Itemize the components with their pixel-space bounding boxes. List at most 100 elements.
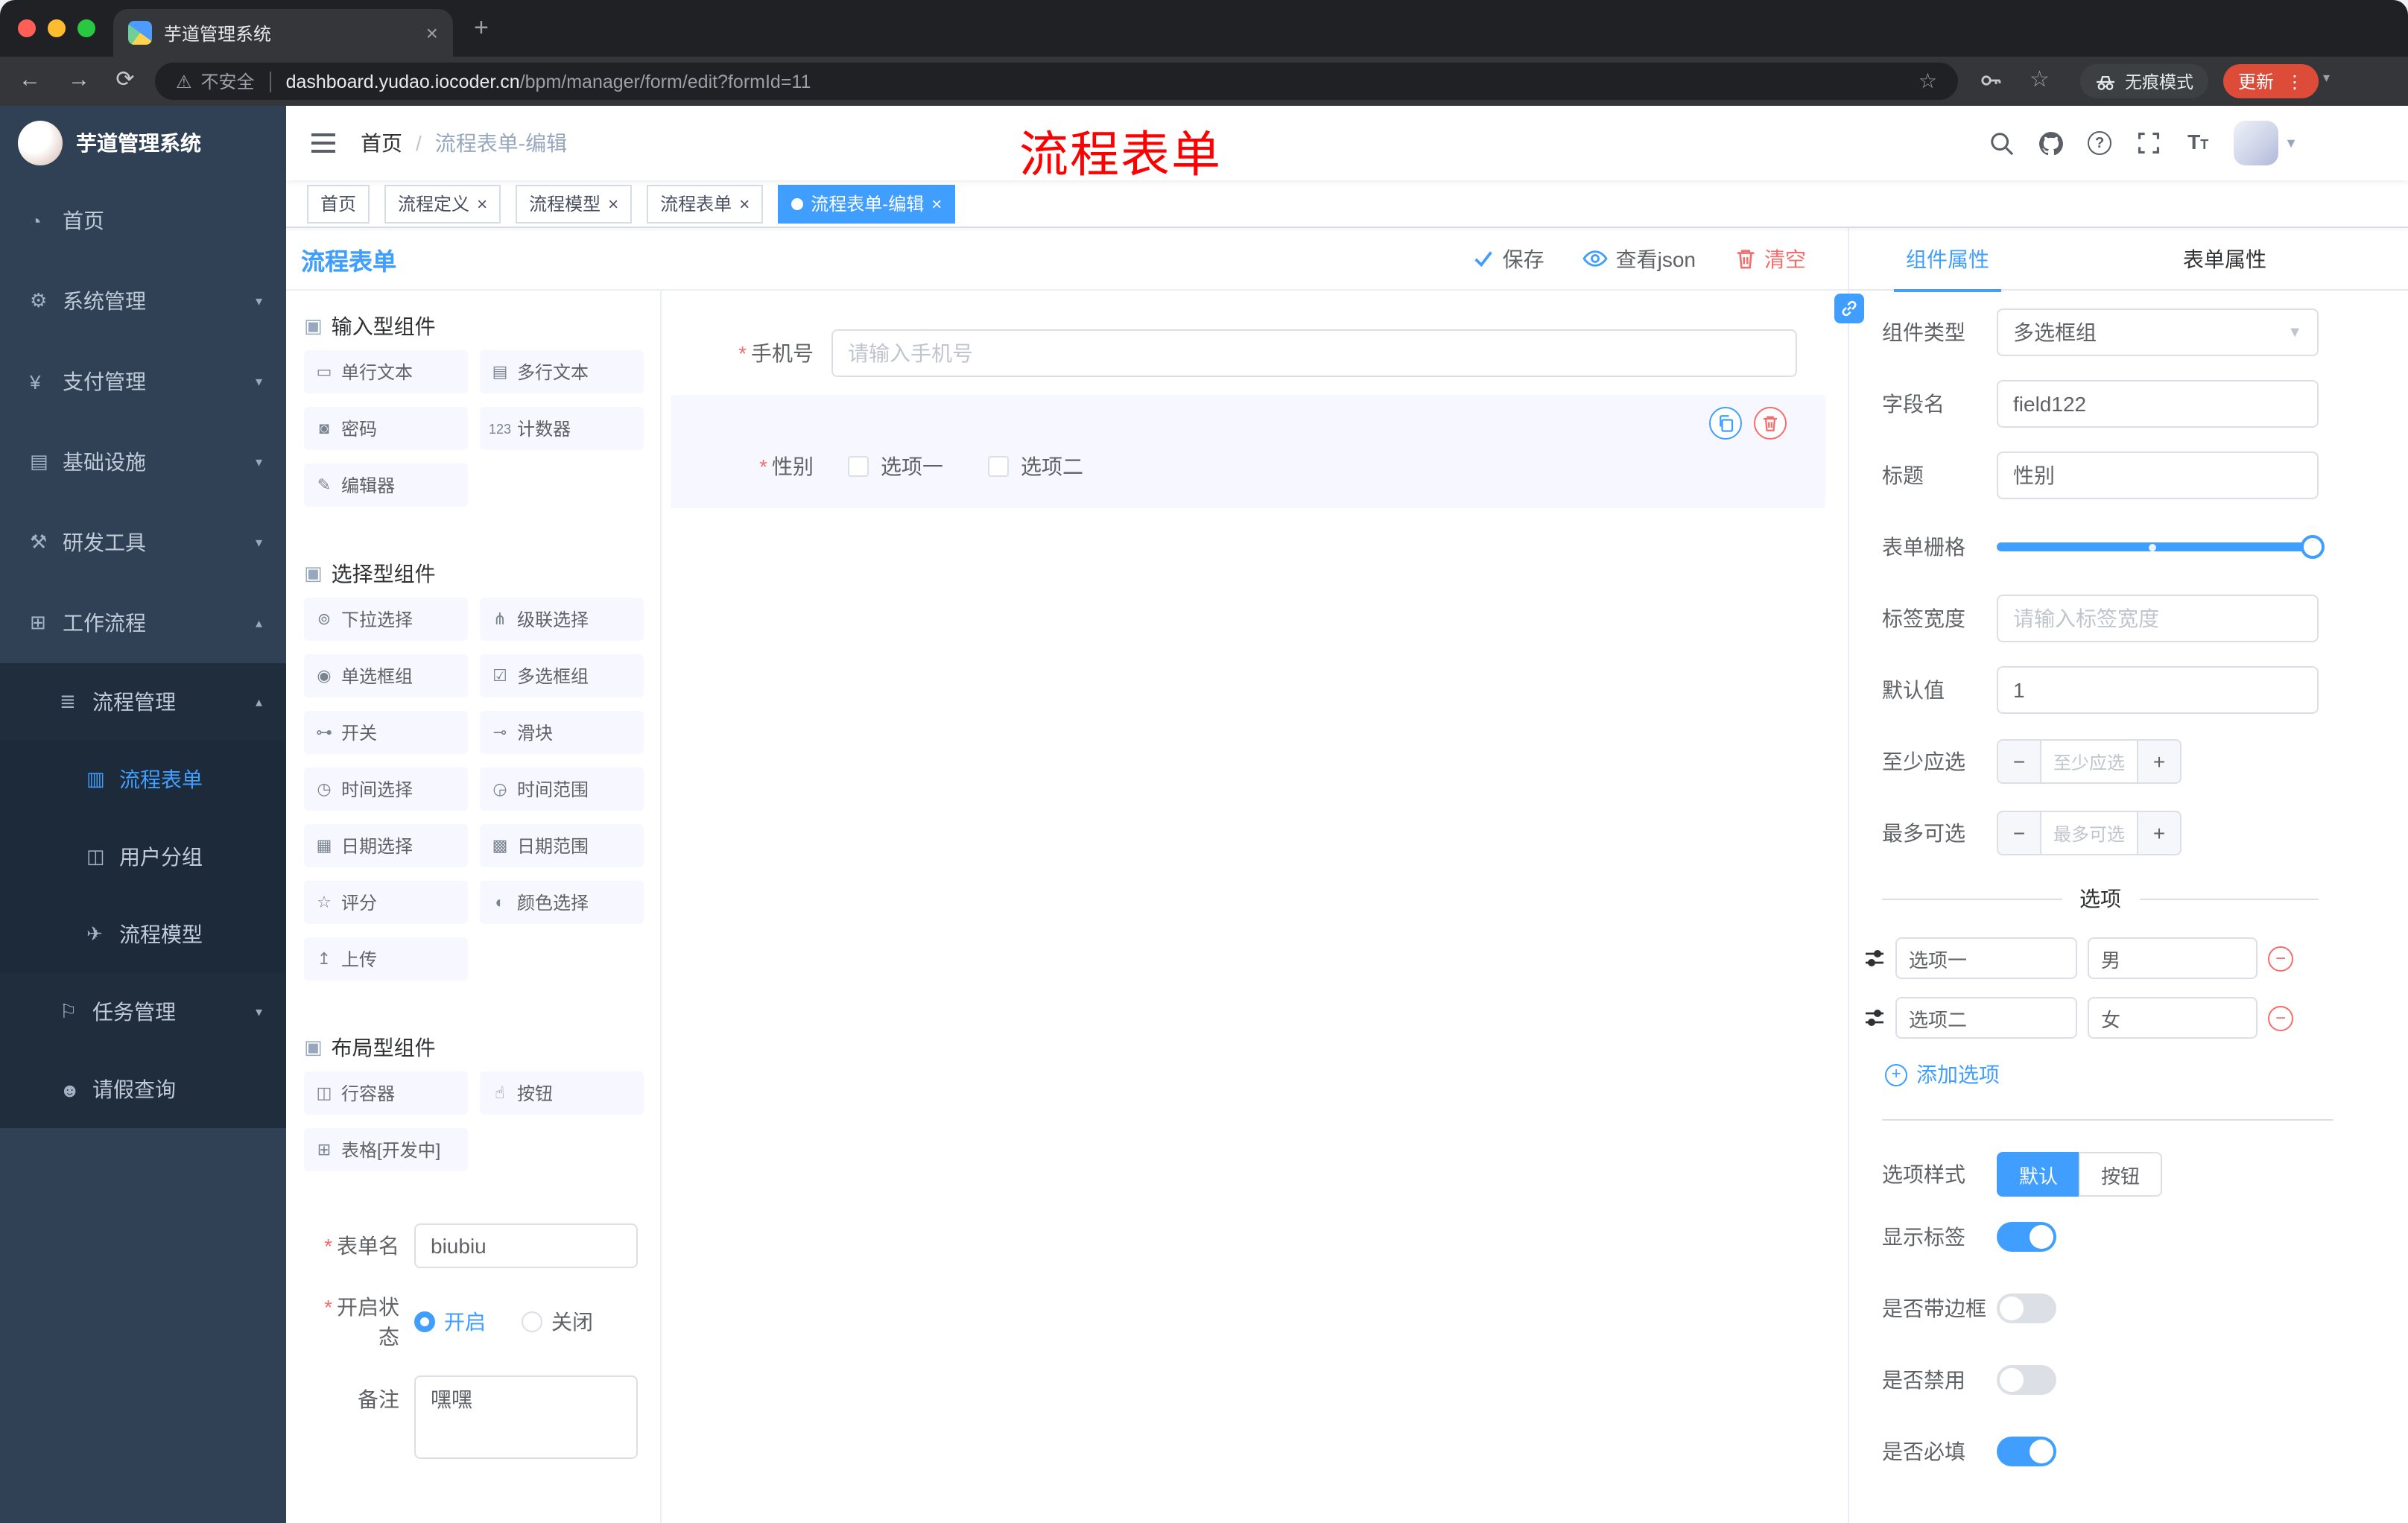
sidebar-item-process-management[interactable]: ≣ 流程管理 ▴ — [0, 663, 286, 741]
status-radio-closed[interactable]: 关闭 — [522, 1307, 593, 1337]
palette-item-upload[interactable]: ↥ 上传 — [304, 937, 468, 981]
window-close-button[interactable] — [18, 19, 36, 37]
option-style-default-button[interactable]: 默认 — [1997, 1152, 2079, 1197]
window-minimize-button[interactable] — [48, 19, 66, 37]
tag-close-icon[interactable]: × — [477, 193, 487, 214]
tag-process-form-edit[interactable]: 流程表单-编辑 × — [778, 184, 956, 223]
option-style-button-button[interactable]: 按钮 — [2079, 1152, 2163, 1197]
sidebar-item-user-group[interactable]: ◫ 用户分组 — [0, 818, 286, 896]
option-drag-handle-icon[interactable] — [1864, 1007, 1885, 1028]
palette-item-table[interactable]: ⊞ 表格[开发中] — [304, 1128, 468, 1171]
palette-item-editor[interactable]: ✎ 编辑器 — [304, 463, 468, 507]
tag-process-definition[interactable]: 流程定义 × — [384, 184, 501, 223]
palette-item-select[interactable]: ⊚ 下拉选择 — [304, 598, 468, 641]
gender-checkbox-option-1[interactable]: 选项一 — [848, 452, 943, 481]
view-json-button[interactable]: 查看json — [1582, 244, 1696, 273]
palette-item-radio-group[interactable]: ◉ 单选框组 — [304, 654, 468, 697]
required-switch[interactable] — [1997, 1437, 2056, 1466]
palette-item-multi-line-text[interactable]: ▤ 多行文本 — [480, 350, 644, 393]
new-tab-button[interactable]: + — [474, 13, 489, 43]
palette-item-color-picker[interactable]: ◐ 颜色选择 — [480, 881, 644, 924]
security-warning-icon[interactable]: ⚠ — [176, 71, 192, 92]
palette-item-date-range[interactable]: ▩ 日期范围 — [480, 824, 644, 867]
palette-item-button[interactable]: ☝ 按钮 — [480, 1071, 644, 1115]
browser-update-button[interactable]: 更新 ⋮ — [2223, 64, 2319, 98]
tag-close-icon[interactable]: × — [931, 193, 942, 214]
max-select-placeholder[interactable]: 最多可选 — [2041, 812, 2137, 854]
copy-component-button[interactable] — [1709, 407, 1742, 440]
sidebar-item-task-management[interactable]: ⚐ 任务管理 ▾ — [0, 973, 286, 1051]
github-icon[interactable] — [2037, 130, 2064, 156]
max-select-increase-button[interactable]: + — [2137, 812, 2180, 854]
option-value-input[interactable] — [2088, 937, 2258, 979]
palette-item-counter[interactable]: 123 计数器 — [480, 407, 644, 450]
component-type-select[interactable]: 多选框组 ▼ — [1997, 308, 2319, 356]
browser-tab[interactable]: 芋道管理系统 × — [113, 9, 453, 57]
phone-field[interactable]: * 手机号 — [662, 329, 1848, 377]
label-width-input[interactable] — [1997, 595, 2319, 642]
link-button[interactable] — [1834, 294, 1864, 323]
bordered-switch[interactable] — [1997, 1294, 2056, 1323]
option-drag-handle-icon[interactable] — [1864, 948, 1885, 969]
min-select-decrease-button[interactable]: − — [1998, 741, 2041, 782]
forward-button[interactable]: → — [64, 66, 94, 95]
search-icon[interactable] — [1988, 130, 2015, 156]
remark-textarea[interactable] — [414, 1375, 638, 1459]
extension-star-icon[interactable]: ☆ — [2030, 66, 2050, 92]
tag-process-form[interactable]: 流程表单 × — [647, 184, 764, 223]
min-select-increase-button[interactable]: + — [2137, 741, 2180, 782]
title-input[interactable] — [1997, 452, 2319, 499]
palette-item-cascader[interactable]: ⋔ 级联选择 — [480, 598, 644, 641]
option-value-input[interactable] — [2088, 997, 2258, 1039]
tag-close-icon[interactable]: × — [739, 193, 750, 214]
clear-button[interactable]: 清空 — [1734, 244, 1806, 273]
palette-item-slider[interactable]: ⊸ 滑块 — [480, 711, 644, 754]
tab-close-icon[interactable]: × — [426, 21, 438, 45]
tab-form-props[interactable]: 表单属性 — [2156, 228, 2293, 291]
palette-item-switch[interactable]: ⊶ 开关 — [304, 711, 468, 754]
palette-item-checkbox-group[interactable]: ☑ 多选框组 — [480, 654, 644, 697]
breadcrumb-home[interactable]: 首页 — [361, 128, 402, 158]
max-select-decrease-button[interactable]: − — [1998, 812, 2041, 854]
hamburger-icon[interactable] — [310, 131, 337, 155]
palette-item-rate[interactable]: ☆ 评分 — [304, 881, 468, 924]
form-name-input[interactable] — [414, 1223, 638, 1268]
sidebar-item-leave-query[interactable]: ☻ 请假查询 — [0, 1051, 286, 1128]
delete-component-button[interactable] — [1754, 407, 1787, 440]
sidebar-item-payment[interactable]: ¥ 支付管理 ▾ — [0, 341, 286, 422]
back-button[interactable]: ← — [15, 66, 45, 95]
remove-option-icon[interactable]: − — [2268, 946, 2293, 971]
gender-checkbox-option-2[interactable]: 选项二 — [988, 452, 1083, 481]
disabled-switch[interactable] — [1997, 1365, 2056, 1395]
app-logo[interactable]: 芋道管理系统 — [0, 106, 286, 180]
user-menu[interactable]: ▼ — [2234, 121, 2298, 165]
palette-item-time-picker[interactable]: ◷ 时间选择 — [304, 767, 468, 811]
phone-input[interactable] — [831, 329, 1797, 377]
slider-handle[interactable] — [2301, 535, 2325, 559]
sidebar-item-process-model[interactable]: ✈ 流程模型 — [0, 896, 286, 973]
font-size-icon[interactable]: TT — [2184, 130, 2211, 156]
status-radio-open[interactable]: 开启 — [414, 1307, 486, 1337]
help-icon[interactable]: ? — [2086, 130, 2113, 156]
password-key-icon[interactable] — [1979, 69, 2003, 100]
tag-close-icon[interactable]: × — [608, 193, 618, 214]
palette-item-time-range[interactable]: ◶ 时间范围 — [480, 767, 644, 811]
field-name-input[interactable] — [1997, 380, 2319, 428]
remove-option-icon[interactable]: − — [2268, 1005, 2293, 1030]
palette-item-row-container[interactable]: ◫ 行容器 — [304, 1071, 468, 1115]
save-button[interactable]: 保存 — [1473, 244, 1544, 273]
show-label-switch[interactable] — [1997, 1222, 2056, 1252]
sidebar-item-infrastructure[interactable]: ▤ 基础设施 ▾ — [0, 422, 286, 502]
window-zoom-button[interactable] — [77, 19, 95, 37]
sidebar-item-devtools[interactable]: ⚒ 研发工具 ▾ — [0, 502, 286, 583]
fullscreen-icon[interactable] — [2135, 130, 2162, 156]
tag-home[interactable]: 首页 — [307, 184, 370, 223]
bookmark-star-icon[interactable]: ☆ — [1919, 69, 1937, 94]
address-bar[interactable]: ⚠ 不安全 dashboard.yudao.iocoder.cn /bpm/ma… — [155, 63, 1958, 100]
browser-menu-icon[interactable]: ⋮ — [2286, 71, 2304, 92]
tag-process-model[interactable]: 流程模型 × — [516, 184, 633, 223]
option-label-input[interactable] — [1895, 997, 2077, 1039]
add-option-button[interactable]: + 添加选项 — [1885, 1060, 2319, 1089]
sidebar-item-workflow[interactable]: ⊞ 工作流程 ▴ — [0, 583, 286, 663]
default-value-input[interactable] — [1997, 666, 2319, 714]
